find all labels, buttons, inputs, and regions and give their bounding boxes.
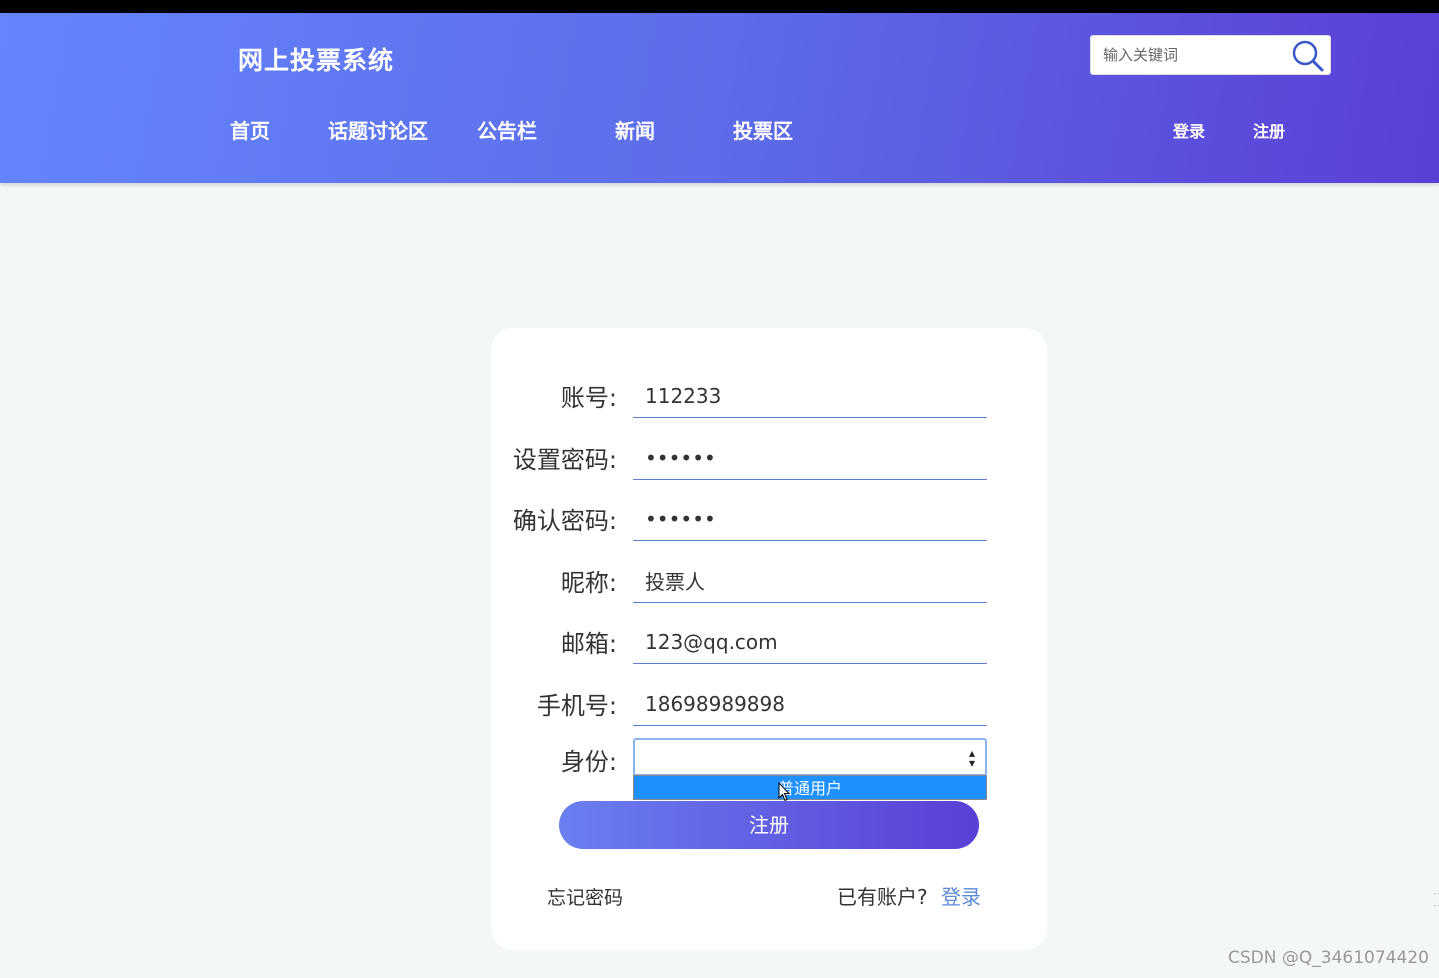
email-label: 邮箱: bbox=[560, 630, 617, 658]
password-input[interactable] bbox=[633, 436, 987, 480]
search-input[interactable] bbox=[1091, 36, 1291, 74]
nav-bulletin[interactable]: 公告栏 bbox=[477, 115, 537, 144]
account-input[interactable] bbox=[633, 374, 987, 418]
phone-row: 手机号: bbox=[491, 672, 1047, 726]
login-link[interactable]: 登录 bbox=[941, 881, 981, 910]
nav-news[interactable]: 新闻 bbox=[615, 115, 655, 144]
nav-vote[interactable]: 投票区 bbox=[733, 115, 793, 144]
window-top-border bbox=[0, 0, 1439, 13]
identity-label: 身份: bbox=[560, 748, 617, 776]
nav-home[interactable]: 首页 bbox=[230, 115, 270, 144]
confirm-password-row: 确认密码: bbox=[491, 487, 1047, 541]
register-button[interactable]: 注册 bbox=[559, 801, 979, 849]
password-label: 设置密码: bbox=[512, 446, 617, 474]
nav-discussion[interactable]: 话题讨论区 bbox=[328, 115, 428, 144]
email-row: 邮箱: bbox=[491, 610, 1047, 664]
edge-decoration: ···· bbox=[1433, 887, 1439, 913]
register-card: 账号: 设置密码: 确认密码: 昵称: 邮箱: 手机号: 身份: ▴▾ 普通用户… bbox=[491, 328, 1047, 950]
select-arrows-icon: ▴ ▾ bbox=[968, 746, 975, 770]
header-login-link[interactable]: 登录 bbox=[1173, 118, 1205, 142]
forgot-password-link[interactable]: 忘记密码 bbox=[547, 883, 623, 910]
site-header: 网上投票系统 首页 话题讨论区 公告栏 新闻 投票区 登录 注册 bbox=[0, 13, 1439, 183]
header-register-link[interactable]: 注册 bbox=[1253, 118, 1285, 142]
watermark: CSDN @Q_3461074420 bbox=[1228, 948, 1429, 968]
email-input[interactable] bbox=[633, 620, 987, 664]
account-row: 账号: bbox=[491, 364, 1047, 418]
site-title: 网上投票系统 bbox=[238, 46, 395, 75]
identity-row: 身份: ▴ ▾ bbox=[491, 728, 1047, 778]
mouse-cursor-icon bbox=[778, 782, 790, 802]
identity-select[interactable]: ▴ ▾ bbox=[633, 738, 987, 776]
nickname-input[interactable] bbox=[633, 559, 987, 603]
nickname-label: 昵称: bbox=[560, 569, 617, 597]
search-icon[interactable] bbox=[1291, 39, 1325, 73]
search-box bbox=[1090, 35, 1331, 75]
nickname-row: 昵称: bbox=[491, 549, 1047, 603]
account-label: 账号: bbox=[560, 384, 617, 412]
phone-input[interactable] bbox=[633, 682, 987, 726]
have-account-text: 已有账户? bbox=[837, 885, 928, 909]
confirm-password-label: 确认密码: bbox=[512, 507, 617, 535]
confirm-password-input[interactable] bbox=[633, 497, 987, 541]
identity-option-normal-user[interactable]: 普通用户 bbox=[633, 775, 987, 800]
phone-label: 手机号: bbox=[536, 692, 617, 720]
password-row: 设置密码: bbox=[491, 426, 1047, 480]
